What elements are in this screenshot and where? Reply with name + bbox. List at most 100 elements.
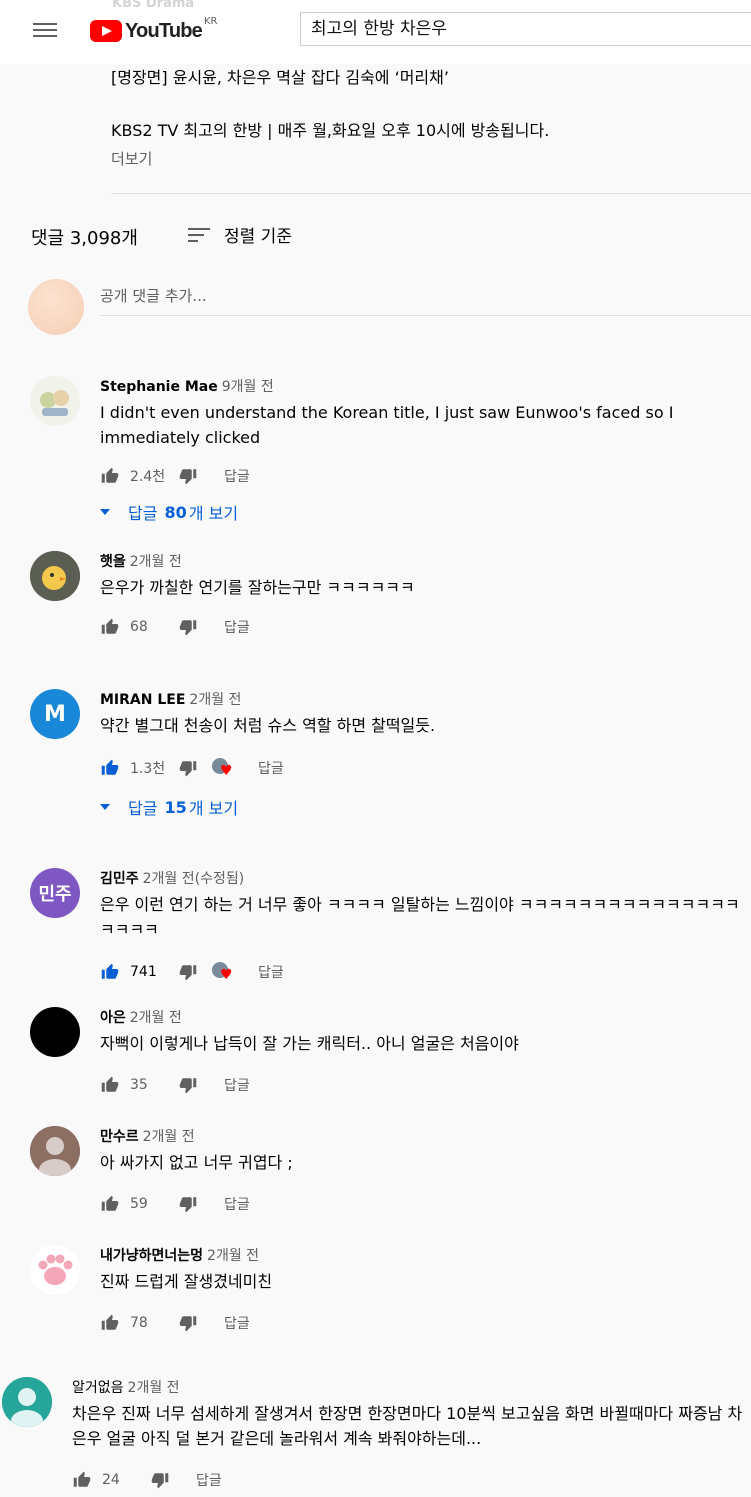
avatar[interactable] [30, 1245, 80, 1295]
like-count: 35 [130, 1077, 148, 1093]
logo-wordmark: YouTube [125, 20, 203, 42]
chevron-down-icon [100, 509, 110, 515]
comment-time[interactable]: 9개월 전 [222, 379, 274, 395]
comment-text: 차은우 진짜 너무 섬세하게 잘생겨서 한장면 한장면마다 10분씩 보고싶음 … [72, 1404, 743, 1448]
reply-button[interactable]: 답글 [258, 962, 284, 982]
search-input[interactable]: 최고의 한방 차은우 [300, 12, 751, 46]
description-line-1: [명장면] 윤시윤, 차은우 멱살 잡다 김숙에 ‘머리채’ [111, 68, 449, 87]
view-replies-button[interactable]: 답글 15 개 보기 [100, 795, 238, 819]
comment-time[interactable]: 2개월 전 [189, 692, 241, 708]
creator-heart-icon: ♥ [212, 962, 234, 982]
author-name[interactable]: MIRAN LEE [100, 692, 185, 708]
my-avatar [28, 279, 84, 335]
author-name[interactable]: 내가냥하면너는멍 [100, 1248, 203, 1264]
like-count: 68 [130, 619, 148, 635]
comment-time[interactable]: 2개월 전 [130, 1010, 182, 1026]
show-more-button[interactable]: 더보기 [111, 148, 152, 169]
comment-text: I didn't even understand the Korean titl… [100, 403, 674, 447]
add-comment-input[interactable]: 공개 댓글 추가... [100, 283, 751, 316]
like-icon[interactable] [72, 1471, 92, 1489]
reply-button[interactable]: 답글 [258, 758, 284, 778]
avatar[interactable] [30, 376, 80, 426]
comment-text: 은우가 까칠한 연기를 잘하는구만 ㅋㅋㅋㅋㅋㅋ [100, 578, 415, 597]
comment-count: 댓글 3,098개 [31, 228, 138, 249]
dislike-icon[interactable] [178, 618, 198, 636]
dislike-icon[interactable] [178, 1195, 198, 1213]
comment-actions: 24 답글 [72, 1470, 222, 1490]
top-bar: KBS Drama YouTube KR 최고의 한방 차은우 [0, 0, 751, 64]
replies-suffix: 개 보기 [188, 504, 239, 523]
like-icon[interactable] [100, 1076, 120, 1094]
avatar[interactable] [2, 1377, 52, 1427]
comment-time[interactable]: 2개월 전 [128, 1380, 180, 1396]
like-icon[interactable] [100, 1195, 120, 1213]
comment-time[interactable]: 2개월 전 [143, 1129, 195, 1145]
like-count: 24 [102, 1472, 120, 1488]
like-count: 741 [130, 964, 157, 980]
reply-button[interactable]: 답글 [224, 1194, 250, 1214]
reply-button[interactable]: 답글 [196, 1470, 222, 1490]
avatar[interactable]: 민주 [30, 868, 80, 918]
comment-actions: 35 답글 [100, 1075, 250, 1095]
avatar[interactable] [30, 1126, 80, 1176]
author-name[interactable]: 알거없음 [72, 1380, 124, 1396]
avatar-letter: M [44, 701, 66, 727]
comment-actions: 78 답글 [100, 1313, 250, 1333]
author-name[interactable]: Stephanie Mae [100, 379, 218, 395]
region-code: KR [203, 16, 218, 27]
like-icon[interactable] [100, 467, 120, 485]
dislike-icon[interactable] [178, 759, 198, 777]
comment-text: 은우 이런 연기 하는 거 너무 좋아 ㅋㅋㅋㅋ 일탈하는 느낌이야 ㅋㅋㅋㅋㅋ… [100, 895, 740, 939]
divider [111, 193, 751, 194]
like-icon[interactable] [100, 1314, 120, 1332]
like-count: 59 [130, 1196, 148, 1212]
dislike-icon[interactable] [178, 1076, 198, 1094]
menu-icon[interactable] [33, 20, 57, 40]
like-count: 1.3천 [130, 761, 166, 777]
author-name[interactable]: 만수르 [100, 1129, 139, 1145]
comment-text: 아 싸가지 없고 너무 귀엽다 ; [100, 1153, 293, 1172]
comment-text: 약간 별그대 천송이 처럼 슈스 역할 하면 찰떡일듯. [100, 716, 436, 735]
replies-count: 15 [164, 797, 187, 817]
like-icon-active[interactable] [100, 759, 120, 777]
dislike-icon[interactable] [178, 467, 198, 485]
comment-time[interactable]: 2개월 전 [207, 1248, 259, 1264]
avatar-letter: 민주 [38, 884, 72, 905]
play-icon [90, 20, 122, 42]
author-name[interactable]: 아은 [100, 1010, 126, 1026]
youtube-logo[interactable]: YouTube KR [90, 16, 218, 44]
replies-count: 80 [164, 502, 187, 522]
author-name[interactable]: 김민주 [100, 871, 139, 887]
avatar[interactable]: M [30, 689, 80, 739]
like-icon-active[interactable] [100, 963, 120, 981]
avatar[interactable] [30, 1007, 80, 1057]
author-name[interactable]: 햇올 [100, 554, 126, 570]
sort-button[interactable]: 정렬 기준 [188, 222, 292, 247]
reply-button[interactable]: 답글 [224, 1313, 250, 1333]
dislike-icon[interactable] [150, 1471, 170, 1489]
comment-actions: 1.3천 ♥ 답글 [100, 758, 284, 778]
sort-icon [188, 224, 210, 246]
view-replies-button[interactable]: 답글 80 개 보기 [100, 500, 238, 524]
like-count: 78 [130, 1315, 148, 1331]
comment-text: 자뻑이 이렇게나 납득이 잘 가는 캐릭터.. 아니 얼굴은 처음이야 [100, 1034, 519, 1053]
comment-time[interactable]: 2개월 전 [130, 554, 182, 570]
reply-button[interactable]: 답글 [224, 466, 250, 486]
reply-button[interactable]: 답글 [224, 1075, 250, 1095]
dislike-icon[interactable] [178, 963, 198, 981]
comment-actions: 59 답글 [100, 1194, 250, 1214]
sort-label: 정렬 기준 [224, 227, 292, 247]
ghost-channel-name: KBS Drama [112, 0, 195, 11]
replies-suffix: 개 보기 [188, 799, 239, 818]
description-line-2: KBS2 TV 최고의 한방 | 매주 월,화요일 오후 10시에 방송됩니다. [111, 121, 550, 140]
dislike-icon[interactable] [178, 1314, 198, 1332]
comment-time[interactable]: 2개월 전(수정됨) [143, 871, 245, 887]
avatar[interactable] [30, 551, 80, 601]
like-icon[interactable] [100, 618, 120, 636]
chevron-down-icon [100, 804, 110, 810]
replies-prefix: 답글 [128, 504, 158, 523]
creator-heart-icon: ♥ [212, 758, 234, 778]
comment-actions: 2.4천 답글 [100, 466, 250, 486]
comment-actions: 68 답글 [100, 617, 250, 637]
reply-button[interactable]: 답글 [224, 617, 250, 637]
